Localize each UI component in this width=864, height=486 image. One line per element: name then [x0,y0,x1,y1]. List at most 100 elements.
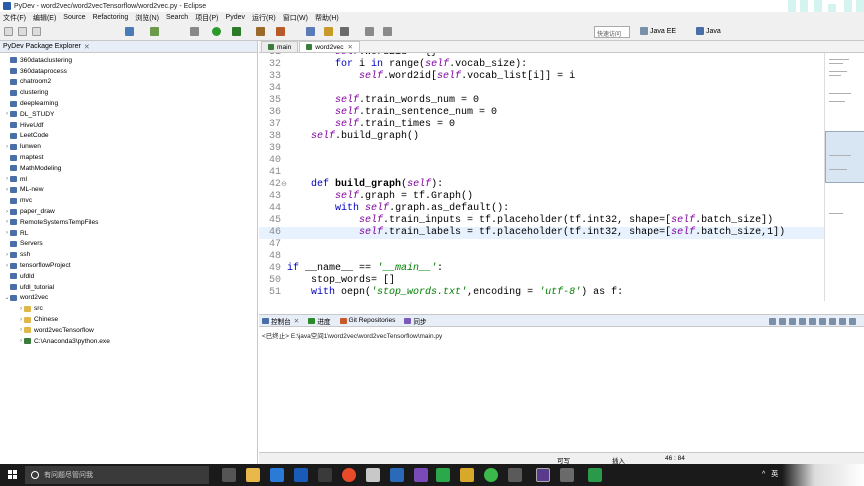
app-icon-4[interactable] [436,468,450,482]
tree-item-label: mvc [20,197,33,205]
chrome-icon[interactable] [342,468,356,482]
tree-item[interactable]: › RL [0,228,257,239]
menu-item[interactable]: Source [63,14,85,21]
menu-item[interactable]: Search [166,14,188,21]
save-all-icon[interactable] [32,27,41,36]
quick-access-input[interactable]: 快速访问 [594,26,630,38]
tree-item[interactable]: deeplearning [0,98,257,109]
external-tools-icon[interactable] [256,27,265,36]
scroll-lock-icon[interactable] [799,318,806,325]
menu-item[interactable]: 编辑(E) [33,13,56,23]
perspective-java-ee[interactable]: Java EE [640,27,676,35]
tree-item-label: lunwen [20,143,41,151]
tree-item[interactable]: › DL_STUDY [0,109,257,120]
tree-item[interactable]: mvc [0,195,257,206]
terminal-icon[interactable] [508,468,522,482]
input-method-indicator[interactable]: 英 [771,469,778,479]
tree-item[interactable]: HiveUdf [0,120,257,131]
tree-item[interactable]: 360dataclustering [0,55,257,66]
task-view-icon[interactable] [222,468,236,482]
tree-item[interactable]: ufdl_tutorial [0,282,257,293]
minimize-icon[interactable] [839,318,846,325]
tree-item[interactable]: › ml [0,174,257,185]
tab-word2vec[interactable]: word2vec ✕ [299,41,361,52]
tree-item[interactable]: chatroom2 [0,77,257,88]
menu-item[interactable]: 窗口(W) [283,13,308,23]
edit-icon[interactable] [324,27,333,36]
search-icon[interactable] [306,27,315,36]
menu-item[interactable]: 文件(F) [3,13,26,23]
display-console-icon[interactable] [819,318,826,325]
taskbar-search-box[interactable]: 有问题尽管问我 [25,466,209,484]
app-icon-3[interactable] [414,468,428,482]
tab-console[interactable]: 控制台 ✕ [262,316,299,326]
app-icon-8[interactable] [588,468,602,482]
refresh-icon[interactable] [276,27,285,36]
windows-start-icon[interactable] [8,470,18,480]
tree-item[interactable]: › C:\Anaconda3\python.exe [0,336,257,347]
menu-item[interactable]: 帮助(H) [315,13,339,23]
maximize-icon[interactable] [849,318,856,325]
tree-item[interactable]: › paper_draw [0,206,257,217]
mail-icon[interactable] [318,468,332,482]
tree-item[interactable]: ufdld [0,271,257,282]
run-icon[interactable] [212,27,221,36]
menu-item[interactable]: 项目(P) [195,13,218,23]
fold-toggle-icon[interactable]: ⊖ [281,179,287,191]
tree-item[interactable]: ⌄ word2vec [0,293,257,304]
app-icon-2[interactable] [390,468,404,482]
file-explorer-icon[interactable] [246,468,260,482]
tree-item[interactable]: clustering [0,87,257,98]
editor-overview-ruler[interactable] [824,53,864,301]
tree-item[interactable]: › Chinese [0,314,257,325]
gear-icon[interactable] [190,27,199,36]
close-icon[interactable]: ✕ [84,43,90,51]
ie-icon[interactable] [294,468,308,482]
open-console-icon[interactable] [829,318,836,325]
app-icon-1[interactable] [366,468,380,482]
tree-item[interactable]: › tensorflowProject [0,260,257,271]
tree-item[interactable]: LeetCode [0,131,257,142]
close-icon[interactable]: ✕ [348,43,354,51]
menu-item[interactable]: Pydev [226,14,245,21]
tree-item[interactable]: › RemoteSystemsTempFiles [0,217,257,228]
app-icon-7[interactable] [560,468,574,482]
pydev-icon[interactable] [125,27,134,36]
tab-progress[interactable]: 进度 [308,316,331,326]
tree-item[interactable]: maptest [0,152,257,163]
remove-launch-icon[interactable] [779,318,786,325]
menu-item[interactable]: Refactoring [92,14,128,21]
tree-item[interactable]: › src [0,303,257,314]
tree-item[interactable]: › word2vecTensorflow [0,325,257,336]
code-text: def build_graph(self): [311,179,444,190]
app-icon-6[interactable] [484,468,498,482]
app-icon-5[interactable] [460,468,474,482]
tab-main[interactable]: main [261,41,299,52]
save-icon[interactable] [18,27,27,36]
code-area[interactable]: 31 self.word2id = {}32 for i in range(se… [259,53,824,301]
back-icon[interactable] [365,27,374,36]
console-panel: 控制台 ✕ 进度 Git Repositories 同步 <已终止> E:\jav… [259,314,864,464]
edge-icon[interactable] [270,468,284,482]
terminate-icon[interactable] [769,318,776,325]
forward-icon[interactable] [383,27,392,36]
tree-item[interactable]: MathModeling [0,163,257,174]
tab-synchronize[interactable]: 同步 [404,316,427,326]
tree-item[interactable]: › lunwen [0,141,257,152]
menu-item[interactable]: 运行(R) [252,13,276,23]
perspective-java[interactable]: Java [696,27,721,35]
package-icon[interactable] [150,27,159,36]
eclipse-taskbar-icon[interactable] [536,468,550,482]
tree-item[interactable]: › ML-new [0,185,257,196]
pin-console-icon[interactable] [809,318,816,325]
menu-item[interactable]: 浏览(N) [135,13,159,23]
debug-icon[interactable] [232,27,241,36]
tab-git-repositories[interactable]: Git Repositories [339,317,395,324]
next-annotation-icon[interactable] [340,27,349,36]
tree-item[interactable]: Servers [0,239,257,250]
tray-chevron-icon[interactable]: ^ [762,471,765,478]
tree-item[interactable]: 360dataprocess [0,66,257,77]
tree-item[interactable]: › ssh [0,249,257,260]
new-icon[interactable] [4,27,13,36]
clear-console-icon[interactable] [789,318,796,325]
